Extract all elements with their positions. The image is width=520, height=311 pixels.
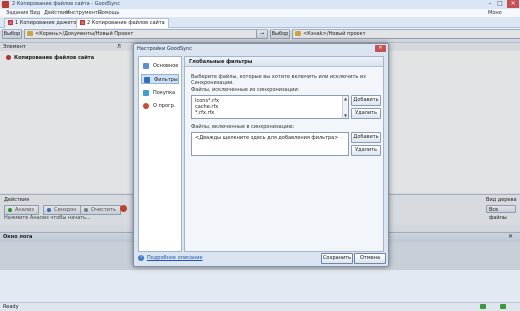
close-icon[interactable]: ✕: [507, 0, 519, 8]
nav-general[interactable]: Основное: [141, 61, 179, 71]
tab-label: 1 Копирование дажетов: [15, 20, 80, 26]
minimize-icon[interactable]: –: [486, 0, 494, 8]
dialog-close-icon[interactable]: ✕: [375, 45, 386, 52]
nav-label: Покупка: [153, 90, 176, 96]
app-icon: [2, 1, 9, 8]
menu-tools[interactable]: Инструменты: [66, 9, 102, 17]
include-placeholder[interactable]: <Дважды щелкните здесь для добавления фи…: [195, 135, 338, 141]
nav-purchase[interactable]: Покупка: [141, 88, 179, 98]
maximize-icon[interactable]: □: [496, 0, 504, 8]
dialog-title: Настройки GoodSync: [137, 46, 193, 52]
include-label: Файлы, включенные в синхронизацию:: [191, 124, 295, 130]
about-icon: [143, 103, 149, 109]
nav-label: Основное: [153, 63, 179, 69]
job-tabs: × 1 Копирование дажетов × 2 Копирование фа…: [0, 17, 520, 28]
tab-close-icon[interactable]: ×: [8, 20, 13, 25]
nav-filters[interactable]: Фильтры: [141, 74, 179, 84]
window-title: 2 Копирование файлов сайта - GoodSync: [12, 1, 120, 7]
exclude-delete-button[interactable]: Удалить: [351, 108, 381, 119]
include-delete-button[interactable]: Удалить: [351, 145, 381, 156]
scroll-up-icon[interactable]: ▲: [343, 96, 348, 101]
help-icon[interactable]: ?: [138, 255, 144, 261]
tab-close-icon[interactable]: ×: [80, 20, 85, 25]
nav-label: Фильтры: [154, 77, 178, 83]
scroll-down-icon[interactable]: ▼: [343, 113, 348, 118]
filters-description: Выберите файлы, которые вы хотите включи…: [191, 74, 366, 86]
filters-panel: Глобальные фильтры Выберите файлы, котор…: [184, 56, 384, 252]
cancel-button[interactable]: Отмена: [354, 253, 386, 264]
exclude-item[interactable]: *.rfx.rfx: [195, 110, 214, 116]
status-indicator-icon: [480, 304, 486, 309]
nav-about[interactable]: О прогр.: [141, 101, 179, 111]
include-list[interactable]: <Дважды щелкните здесь для добавления фи…: [191, 132, 349, 156]
menu-view[interactable]: Вид: [30, 9, 40, 17]
filter-icon: [144, 77, 150, 83]
save-button[interactable]: Сохранить: [321, 253, 353, 264]
settings-dialog: Настройки GoodSync ✕ Основное Фильтры По…: [133, 43, 389, 267]
menu-help[interactable]: Помощь: [98, 9, 119, 17]
menu-bar: Задания Вид Действия Инструменты Помощь …: [0, 9, 520, 24]
tab-job-1[interactable]: × 1 Копирование дажетов: [4, 18, 84, 28]
section-title: Глобальные фильтры: [185, 57, 383, 67]
tab-label: 2 Копирование файлов сайта: [87, 20, 165, 26]
status-text: Ready: [3, 304, 19, 310]
tab-job-2[interactable]: × 2 Копирование файлов сайта: [76, 18, 169, 28]
dialog-footer: ? Подробное описание Сохранить Отмена: [135, 252, 387, 265]
exclude-label: Файлы, исключенные из синхронизации:: [191, 87, 300, 93]
general-icon: [143, 63, 149, 69]
help-link[interactable]: Подробное описание: [147, 255, 203, 261]
status-indicator-icon: [500, 304, 506, 309]
exclude-scrollbar[interactable]: ▲ ▼: [342, 96, 348, 118]
include-add-button[interactable]: Добавить: [351, 132, 381, 143]
exclude-add-button[interactable]: Добавить: [351, 95, 381, 106]
nav-label: О прогр.: [153, 103, 176, 109]
purchase-icon: [143, 90, 149, 96]
exclude-list[interactable]: Icons*.rfx cache.rfx *.rfx.rfx ▲ ▼: [191, 95, 349, 119]
settings-nav: Основное Фильтры Покупка О прогр.: [138, 56, 182, 252]
menu-tasks[interactable]: Задания: [6, 9, 28, 17]
